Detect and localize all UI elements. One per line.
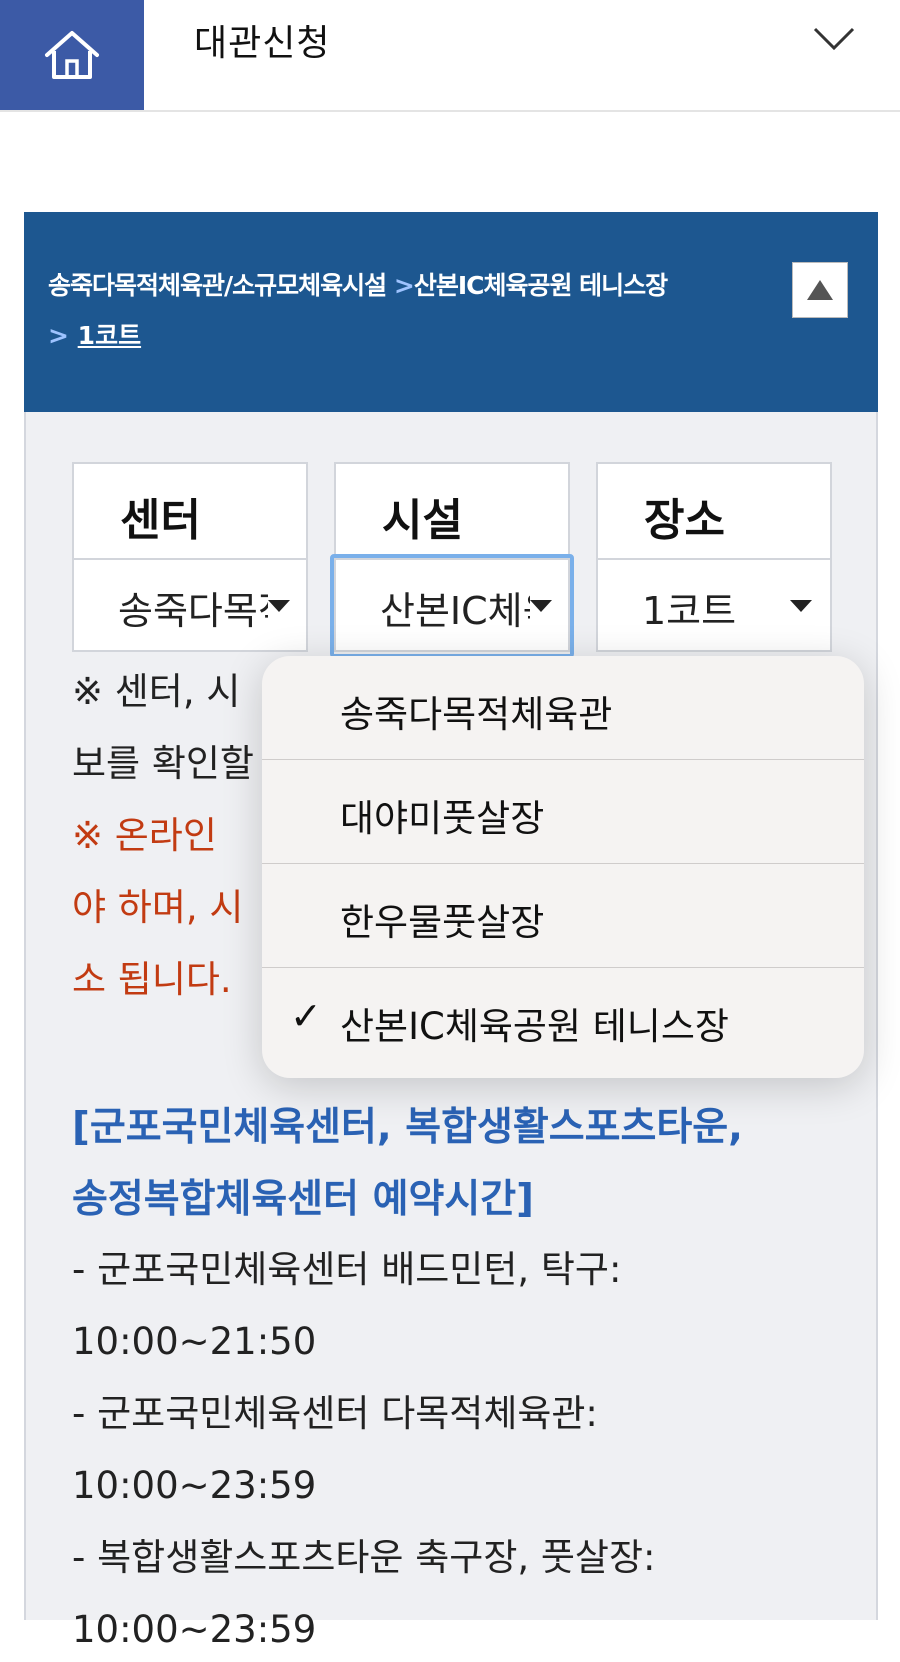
dropdown-arrow-icon — [790, 600, 812, 612]
place-selector: 장소 1코트 — [596, 462, 832, 652]
schedule-item: - 군포국민체육센터 다목적체육관: — [72, 1392, 598, 1435]
breadcrumb-separator: > — [393, 271, 415, 300]
top-bar: 대관신청 — [0, 0, 900, 112]
selector-header: 시설 — [336, 464, 568, 560]
notice-warning: ※ 온라인 — [72, 814, 217, 857]
dropdown-option[interactable]: 송죽다목적체육관 — [262, 656, 864, 760]
breadcrumb-center[interactable]: 송죽다목적체육관/소규모체육시설 — [48, 271, 387, 300]
center-select[interactable]: 송죽다목적체육관 — [74, 560, 306, 652]
schedule-item: - 복합생활스포츠타운 축구장, 풋살장: — [72, 1536, 656, 1579]
facility-selector: 시설 산본IC체육공원 테니스장 — [330, 462, 574, 658]
home-icon — [45, 31, 99, 79]
facility-dropdown-menu: 송죽다목적체육관 대야미풋살장 한우물풋살장 ✓ 산본IC체육공원 테니스장 — [262, 656, 864, 1078]
notice-text: 보를 확인할 — [72, 742, 254, 785]
notice-warning: 소 됩니다. — [72, 958, 232, 1001]
breadcrumb-facility[interactable]: 산본IC체육공원 테니스장 — [414, 271, 668, 300]
center-selector: 센터 송죽다목적체육관 — [72, 462, 308, 652]
dropdown-option[interactable]: 한우물풋살장 — [262, 864, 864, 968]
dropdown-option-selected[interactable]: ✓ 산본IC체육공원 테니스장 — [262, 968, 864, 1072]
breadcrumb-place[interactable]: 1코트 — [78, 321, 141, 350]
page-title: 대관신청 — [194, 23, 331, 64]
facility-select[interactable]: 산본IC체육공원 테니스장 — [330, 554, 574, 658]
select-value: 1코트 — [642, 589, 737, 633]
triangle-up-icon — [807, 280, 833, 300]
breadcrumb-line: 송죽다목적체육관/소규모체육시설 >산본IC체육공원 테니스장 — [48, 266, 668, 302]
schedule-item: 10:00~23:59 — [72, 1608, 317, 1651]
place-select[interactable]: 1코트 — [598, 560, 830, 652]
selector-header: 장소 — [598, 464, 830, 560]
breadcrumb-separator: > — [48, 321, 69, 350]
notice-warning: 야 하며, 시 — [72, 886, 244, 929]
schedule-item: 10:00~21:50 — [72, 1320, 317, 1363]
breadcrumb: 송죽다목적체육관/소규모체육시설 >산본IC체육공원 테니스장 > 1코트 — [24, 212, 878, 412]
home-button[interactable] — [0, 0, 144, 110]
checkmark-icon: ✓ — [290, 994, 322, 1038]
select-value: 산본IC체육공원 테니스장 — [380, 589, 530, 633]
schedule-item: 10:00~23:59 — [72, 1464, 317, 1507]
select-value: 송죽다목적체육관 — [118, 589, 268, 633]
chevron-down-icon[interactable] — [812, 24, 856, 54]
schedule-heading: 송정복합체육센터 예약시간] — [72, 1177, 534, 1222]
dropdown-option[interactable]: 대야미풋살장 — [262, 760, 864, 864]
selector-header: 센터 — [74, 464, 306, 560]
breadcrumb-line: > 1코트 — [48, 316, 141, 352]
notice-text: ※ 센터, 시 — [72, 670, 241, 713]
schedule-item: - 군포국민체육센터 배드민턴, 탁구: — [72, 1248, 622, 1291]
collapse-button[interactable] — [792, 262, 848, 318]
dropdown-arrow-icon — [268, 600, 290, 612]
schedule-heading: [군포국민체육센터, 복합생활스포츠타운, — [72, 1105, 743, 1150]
dropdown-arrow-icon — [530, 600, 552, 612]
